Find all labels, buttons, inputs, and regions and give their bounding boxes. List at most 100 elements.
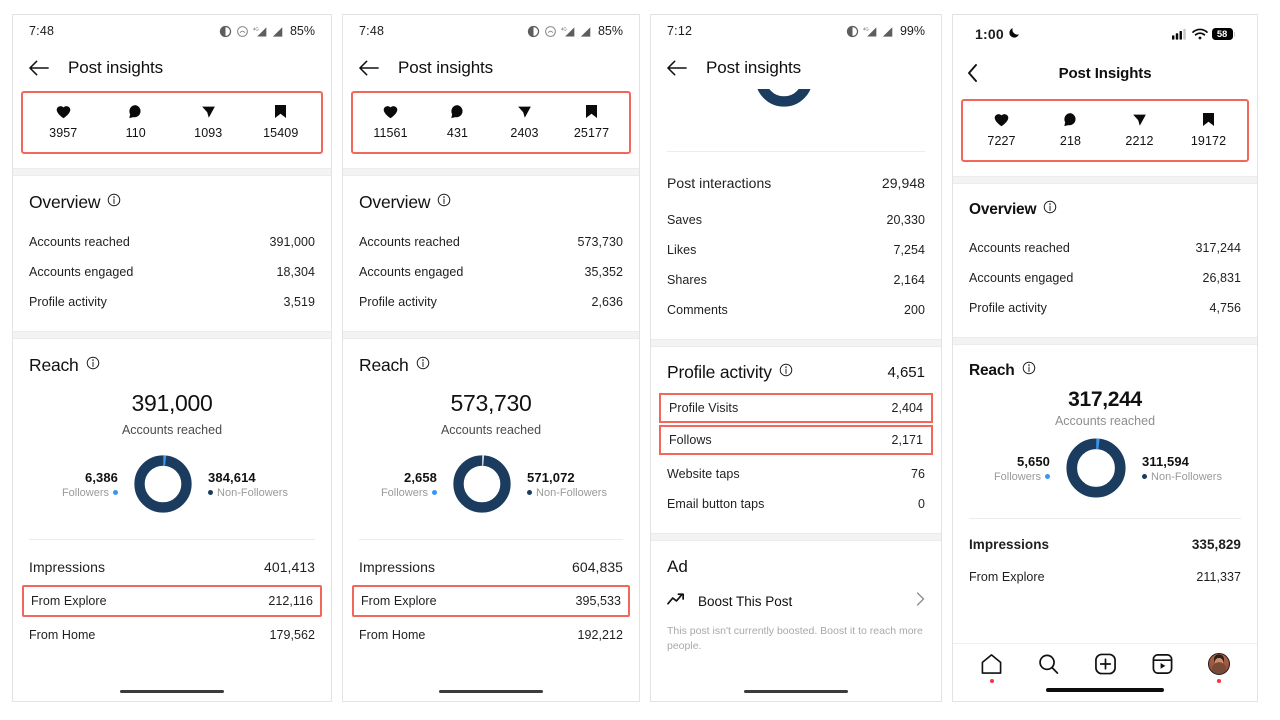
- engagement-likes[interactable]: 3957: [27, 104, 100, 140]
- table-row: Saves 20,330: [667, 205, 925, 235]
- status-time: 7:48: [29, 24, 55, 38]
- engagement-comments[interactable]: 431: [424, 104, 491, 140]
- row-label: From Home: [29, 628, 96, 642]
- table-row: Profile activity 4,756: [969, 293, 1241, 323]
- post-interactions-section: Post interactions 29,948 Saves 20,330 Lik…: [651, 152, 941, 339]
- save-icon: [274, 104, 287, 119]
- engagement-comments[interactable]: 218: [1036, 112, 1105, 148]
- profile-avatar-icon: [1208, 653, 1230, 675]
- row-value: 179,562: [269, 628, 315, 642]
- engagement-shares[interactable]: 2212: [1105, 112, 1174, 148]
- vpn-icon: [237, 25, 248, 37]
- info-icon[interactable]: [86, 356, 100, 375]
- info-icon[interactable]: [416, 356, 430, 375]
- engagement-shares[interactable]: 2403: [491, 104, 558, 140]
- legend-label: Followers: [988, 471, 1051, 483]
- engagement-shares[interactable]: 1093: [172, 104, 245, 140]
- tab-create[interactable]: [1094, 653, 1117, 683]
- row-value: 2,171: [891, 433, 923, 447]
- legend-label: Followers: [56, 487, 119, 499]
- table-row: Profile activity 3,519: [29, 287, 315, 317]
- reach-title: Reach: [359, 355, 409, 375]
- engagement-likes[interactable]: 11561: [357, 104, 424, 140]
- section-divider: [13, 331, 331, 339]
- legend-nonfollowers: 571,072 Non-Followers: [527, 470, 607, 499]
- info-icon[interactable]: [437, 193, 451, 212]
- reach-section: Reach 317,244 Accounts reached 5,650 Fol…: [953, 345, 1257, 500]
- status-bar: 1:00 58: [953, 15, 1257, 53]
- table-row-highlighted: Follows 2,171: [659, 425, 933, 455]
- tab-profile[interactable]: [1208, 653, 1230, 683]
- engagement-saves[interactable]: 19172: [1174, 112, 1243, 148]
- row-label: Likes: [667, 243, 697, 257]
- signal-icon: [272, 26, 283, 37]
- table-row: Impressions 401,413: [29, 550, 315, 584]
- table-row-highlighted: From Explore 395,533: [352, 585, 630, 617]
- section-divider: [953, 337, 1257, 345]
- table-row: Impressions 335,829: [969, 529, 1241, 560]
- row-value: 317,244: [1195, 241, 1241, 255]
- row-value: 4,756: [1209, 301, 1241, 315]
- home-icon: [981, 654, 1002, 674]
- info-icon[interactable]: [779, 363, 793, 382]
- engagement-value: 15409: [263, 126, 299, 140]
- back-arrow-icon[interactable]: [667, 60, 688, 76]
- engagement-value: 431: [446, 126, 469, 140]
- table-row: Accounts engaged 35,352: [359, 257, 623, 287]
- engagement-value: 7227: [987, 134, 1016, 148]
- status-time: 1:00: [975, 26, 1004, 42]
- legend-value: 311,594: [1142, 453, 1190, 469]
- engagement-strip: 3957 110 1093 15409: [21, 91, 323, 154]
- legend-followers: 2,658 Followers: [375, 470, 438, 499]
- signal-4g-icon: 4G: [561, 26, 575, 36]
- tab-home[interactable]: [980, 653, 1003, 683]
- share-icon: [1132, 112, 1147, 127]
- signal-icon: [580, 26, 591, 37]
- table-row: Profile activity 2,636: [359, 287, 623, 317]
- heart-icon: [56, 104, 71, 119]
- row-label: Impressions: [29, 559, 106, 575]
- status-bar: 7:48 4G 85%: [13, 15, 331, 47]
- status-time: 7:12: [667, 24, 693, 38]
- reach-big-label: Accounts reached: [121, 423, 223, 437]
- row-label: Saves: [667, 213, 702, 227]
- page-title: Post insights: [68, 58, 164, 77]
- reach-big-value: 391,000: [131, 390, 213, 416]
- boost-post-button[interactable]: Boost This Post: [667, 592, 925, 611]
- signal-4g-icon: 4G: [863, 26, 877, 36]
- info-icon[interactable]: [1043, 200, 1057, 219]
- row-label: Profile activity: [359, 295, 437, 309]
- legend-dot: [1045, 474, 1051, 479]
- row-value: 2,404: [891, 401, 923, 415]
- engagement-value: 11561: [373, 126, 408, 140]
- row-label: Accounts reached: [359, 235, 460, 249]
- home-indicator: [744, 689, 848, 693]
- tab-reels[interactable]: [1151, 653, 1174, 683]
- row-label: Email button taps: [667, 497, 765, 511]
- engagement-comments[interactable]: 110: [100, 104, 173, 140]
- back-chevron-icon[interactable]: [967, 64, 978, 82]
- row-value: 395,533: [575, 594, 621, 608]
- status-bar: 7:48 4G 85%: [343, 15, 639, 47]
- row-label: From Explore: [361, 594, 437, 608]
- profile-activity-section: Profile activity 4,651 Profile Visits 2,4…: [651, 347, 941, 533]
- engagement-likes[interactable]: 7227: [967, 112, 1036, 148]
- engagement-saves[interactable]: 25177: [558, 104, 625, 140]
- trending-up-icon: [667, 592, 686, 611]
- overview-header: Overview: [359, 192, 623, 213]
- info-icon[interactable]: [107, 193, 121, 212]
- back-arrow-icon[interactable]: [359, 60, 380, 76]
- overview-section: Overview Accounts reached 573,730 Account…: [343, 176, 639, 331]
- row-value: 391,000: [269, 235, 315, 249]
- battery-percent: 58: [1211, 27, 1233, 41]
- overview-title: Overview: [359, 192, 431, 212]
- section-divider: [651, 339, 941, 347]
- engagement-value: 2403: [510, 126, 539, 140]
- tab-search[interactable]: [1037, 653, 1060, 683]
- info-icon[interactable]: [1022, 361, 1036, 380]
- engagement-saves[interactable]: 15409: [245, 104, 318, 140]
- row-label: Profile activity: [969, 301, 1047, 315]
- row-value: 20,330: [886, 213, 925, 227]
- table-row: Accounts engaged 18,304: [29, 257, 315, 287]
- back-arrow-icon[interactable]: [29, 60, 50, 76]
